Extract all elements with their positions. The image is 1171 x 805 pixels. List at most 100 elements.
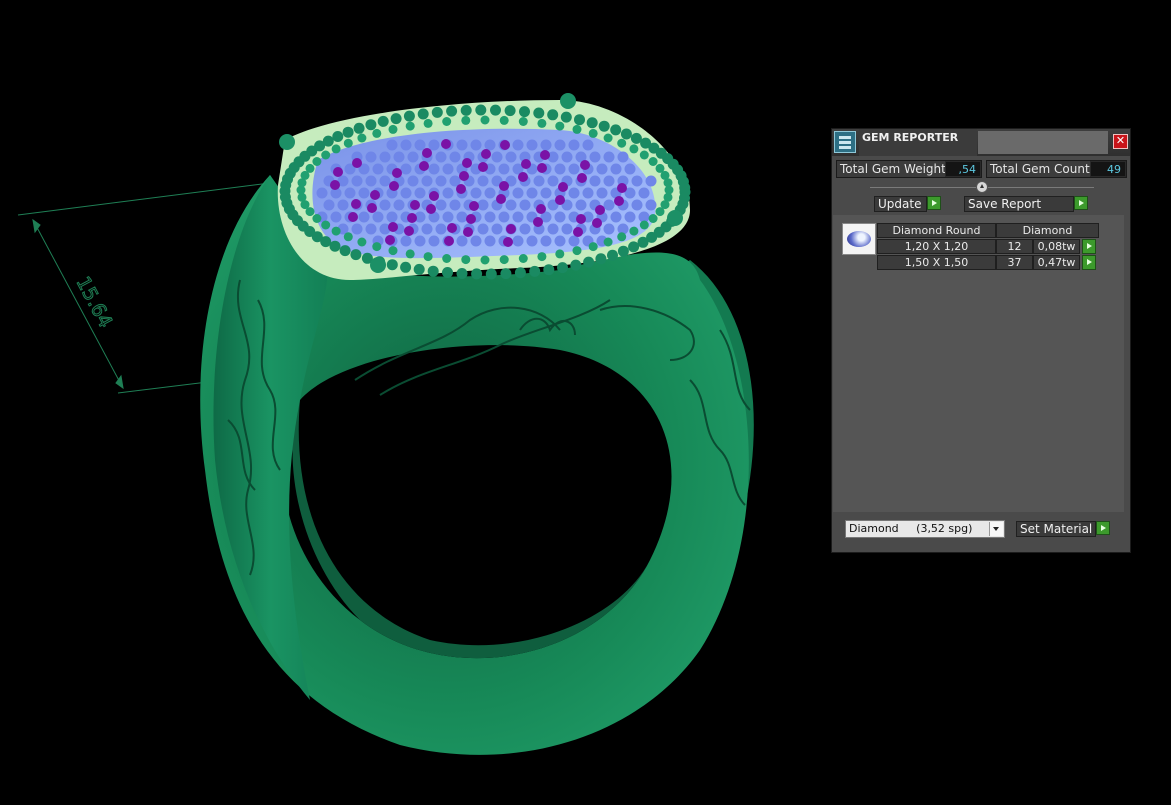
small-diamond	[554, 211, 566, 223]
small-diamond	[428, 139, 440, 151]
small-diamond	[540, 139, 552, 151]
small-diamond	[533, 175, 545, 187]
bead	[499, 255, 509, 265]
table-row-count: 12	[996, 239, 1033, 254]
collapse-icon[interactable]	[976, 181, 988, 193]
purple-gem	[521, 159, 531, 169]
small-diamond	[351, 223, 363, 235]
gem-reporter-panel: GEM REPORTER ✕ Total Gem Weight ,54 Tota…	[831, 128, 1131, 553]
small-diamond	[512, 211, 524, 223]
small-diamond	[540, 187, 552, 199]
bead	[386, 259, 398, 271]
small-diamond	[344, 187, 356, 199]
small-diamond	[631, 175, 643, 187]
small-diamond	[428, 235, 440, 247]
bead	[357, 237, 367, 247]
bead	[588, 242, 598, 252]
small-diamond	[624, 211, 636, 223]
purple-gem	[537, 163, 547, 173]
save-report-button[interactable]: Save Report	[964, 196, 1074, 212]
purple-gem	[466, 214, 476, 224]
bead	[342, 126, 354, 138]
small-diamond	[568, 187, 580, 199]
small-diamond	[624, 163, 636, 175]
bead	[537, 118, 547, 128]
chevron-down-icon[interactable]	[989, 522, 1003, 536]
bead	[312, 157, 322, 166]
row-select-arrow-icon[interactable]	[1082, 255, 1096, 270]
bead	[679, 182, 691, 194]
bead	[560, 111, 572, 123]
purple-gem	[348, 212, 358, 222]
small-diamond	[498, 163, 510, 175]
purple-gem	[441, 139, 451, 149]
small-diamond	[372, 163, 384, 175]
small-diamond	[477, 199, 489, 211]
purple-gem	[426, 204, 436, 214]
bead	[529, 265, 541, 277]
small-diamond	[400, 139, 412, 151]
bead	[518, 254, 528, 263]
diamond-round-thumbnail[interactable]	[842, 223, 876, 255]
table-header-material: Diamond	[996, 223, 1099, 238]
small-diamond	[351, 175, 363, 187]
small-diamond	[442, 187, 454, 199]
material-select-value: Diamond (3,52 spg)	[849, 522, 973, 535]
small-diamond	[316, 187, 328, 199]
purple-gem	[404, 226, 414, 236]
purple-gem	[422, 148, 432, 158]
bead	[504, 105, 516, 117]
purple-gem	[469, 201, 479, 211]
bead	[442, 267, 453, 278]
small-diamond	[526, 187, 538, 199]
row-select-arrow-icon[interactable]	[1082, 239, 1096, 254]
purple-gem	[388, 222, 398, 232]
purple-gem	[506, 224, 516, 234]
bead	[329, 240, 341, 252]
purple-gem	[478, 162, 488, 172]
set-material-button[interactable]: Set Material	[1016, 521, 1096, 537]
small-diamond	[484, 211, 496, 223]
purple-gem	[580, 160, 590, 170]
bead	[331, 226, 341, 236]
bead	[357, 133, 367, 143]
bead	[388, 124, 398, 134]
small-diamond	[400, 163, 412, 175]
bead	[490, 104, 501, 116]
bead	[514, 267, 526, 279]
bead	[583, 256, 595, 268]
bead	[413, 263, 425, 275]
table-row-count: 37	[996, 255, 1033, 270]
bead	[446, 105, 458, 117]
small-diamond	[393, 199, 405, 211]
bead	[547, 109, 559, 121]
small-diamond	[519, 199, 531, 211]
small-diamond	[645, 199, 657, 211]
bead	[617, 232, 627, 242]
update-arrow-icon[interactable]	[927, 196, 941, 210]
set-material-arrow-icon[interactable]	[1096, 521, 1110, 535]
purple-gem	[496, 194, 506, 204]
close-icon[interactable]: ✕	[1113, 134, 1128, 149]
bead	[485, 268, 497, 280]
small-diamond	[456, 235, 468, 247]
save-report-arrow-icon[interactable]	[1074, 196, 1088, 210]
small-diamond	[470, 139, 482, 151]
purple-gem	[595, 205, 605, 215]
corner-bead	[279, 134, 295, 150]
update-button[interactable]: Update	[874, 196, 927, 212]
purple-gem	[463, 227, 473, 237]
purple-gem	[533, 217, 543, 227]
bead	[461, 115, 471, 125]
material-select[interactable]: Diamond (3,52 spg)	[845, 520, 1005, 538]
titlebar-drag-area[interactable]	[978, 131, 1108, 154]
bead	[423, 252, 433, 262]
small-diamond	[379, 151, 391, 163]
bead	[603, 237, 613, 247]
bead	[442, 254, 452, 263]
small-diamond	[435, 199, 447, 211]
purple-gem	[617, 183, 627, 193]
small-diamond	[449, 151, 461, 163]
panel-titlebar[interactable]: GEM REPORTER ✕	[832, 129, 1130, 156]
bead	[500, 268, 512, 280]
